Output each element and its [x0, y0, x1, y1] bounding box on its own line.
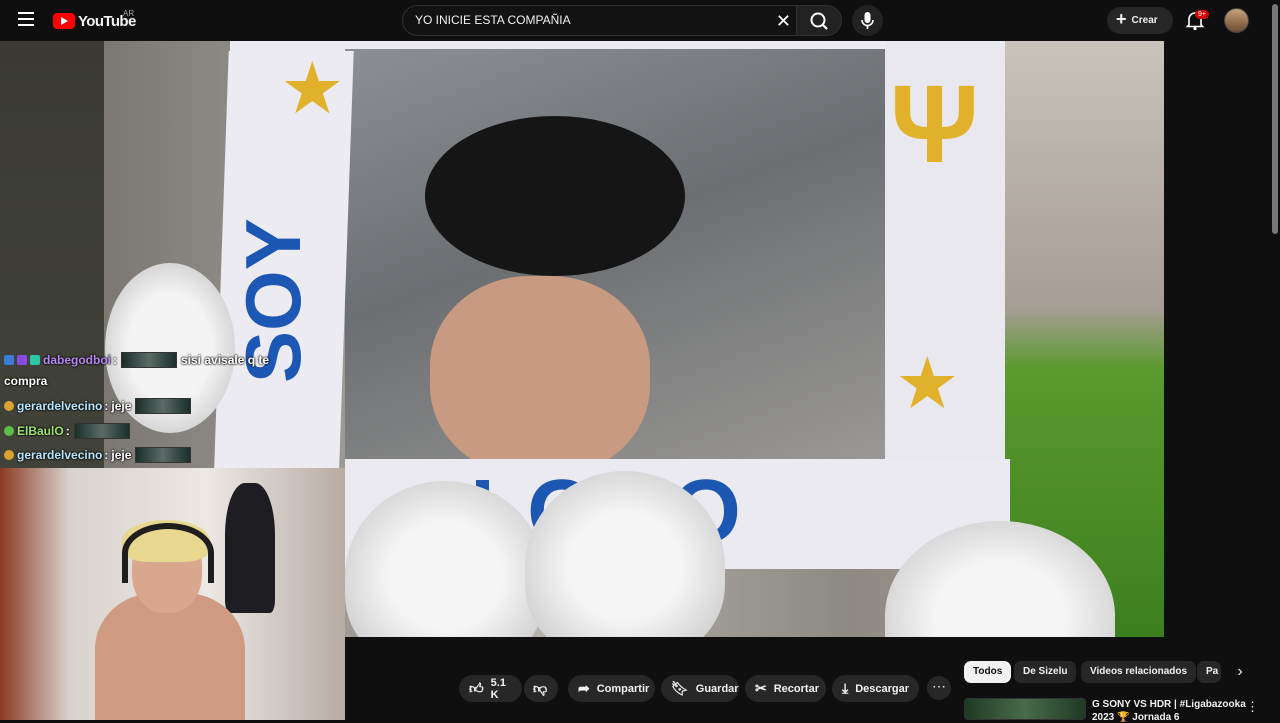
chat-username: ElBaulO — [17, 424, 64, 438]
chip-todos[interactable]: Todos — [964, 661, 1012, 683]
more-actions-button[interactable]: ⋯ — [927, 676, 951, 700]
chevron-right-icon[interactable]: › — [1230, 663, 1250, 683]
download-label: Descargar — [855, 682, 910, 695]
like-button[interactable]: 👍︎ 5.1 K — [459, 675, 522, 702]
bookmark-icon: 🔖︎ — [671, 680, 689, 696]
recommended-video-thumbnail[interactable] — [964, 698, 1086, 720]
share-label: Compartir — [596, 682, 650, 695]
search-query[interactable]: YO INICIE ESTA COMPAÑIA — [415, 13, 571, 27]
badge-icon — [17, 355, 27, 365]
badge-icon — [4, 355, 14, 365]
chat-message: dabegodboi : sisi avisale q te — [4, 352, 269, 368]
download-button[interactable]: ⤓ Descargar — [832, 675, 919, 702]
chat-separator: : — [104, 448, 109, 462]
paws-overlay — [345, 471, 1115, 637]
voice-search-button[interactable] — [852, 5, 883, 36]
chip-pa[interactable]: Pa — [1197, 661, 1221, 683]
like-count: 5.1 K — [490, 676, 506, 701]
download-icon: ⤓ — [842, 680, 849, 696]
create-label: Crear — [1131, 15, 1158, 26]
headphones — [122, 523, 214, 583]
chat-message: ElBaulO : — [4, 423, 134, 439]
search-icon — [810, 12, 828, 30]
chat-message: gerardelvecino : jeje — [4, 398, 195, 414]
emote — [135, 398, 192, 414]
badge-icon — [30, 355, 40, 365]
chat-message: gerardelvecino : jeje — [4, 447, 195, 463]
chat-text: compra — [4, 374, 48, 388]
chip-de-sizelu[interactable]: De Sizelu — [1014, 661, 1077, 683]
clip-button[interactable]: ✂ Recortar — [745, 675, 826, 702]
emote — [73, 423, 130, 439]
paw-overlay — [345, 481, 545, 637]
star-icon: ★ — [280, 49, 345, 129]
chat-separator: : — [113, 353, 117, 367]
thumbs-down-icon: 👎︎ — [533, 680, 548, 696]
emote — [121, 352, 177, 368]
badge-icon — [4, 401, 14, 411]
plus-icon: + — [1116, 9, 1127, 29]
thumbs-up-icon: 👍︎ — [469, 680, 484, 696]
badge-icon — [4, 426, 14, 436]
country-code: AR — [123, 9, 135, 18]
clear-search-icon[interactable]: ✕ — [776, 11, 791, 32]
mannequin — [225, 483, 275, 613]
badge-icon — [4, 450, 14, 460]
paw-overlay — [525, 471, 725, 637]
search-button[interactable] — [796, 5, 842, 36]
share-button[interactable]: ➦ Compartir — [568, 675, 655, 702]
chat-username: gerardelvecino — [17, 399, 103, 413]
stream-chat-overlay: dabegodboi : sisi avisale q te compra ge… — [0, 348, 345, 468]
avatar[interactable] — [1224, 8, 1249, 33]
notification-badge: 9+ — [1195, 10, 1209, 19]
menu-icon[interactable] — [12, 8, 40, 32]
chip-videos-relacionados[interactable]: Videos relacionados — [1081, 661, 1197, 683]
top-bar: YouTube AR YO INICIE ESTA COMPAÑIA ✕ + C… — [0, 0, 1280, 41]
scissors-icon: ✂ — [755, 680, 767, 696]
save-label: Guardar — [695, 682, 739, 695]
emote — [135, 447, 192, 463]
search-input[interactable]: YO INICIE ESTA COMPAÑIA ✕ — [402, 5, 802, 36]
chat-text: jeje — [111, 448, 132, 462]
dislike-button[interactable]: 👎︎ — [524, 675, 558, 702]
star-icon: ★ — [895, 344, 960, 424]
chat-username: gerardelvecino — [17, 448, 103, 462]
recommended-video-title[interactable]: G SONY VS HDR | #Ligabazooka — [1092, 699, 1246, 710]
microphone-icon — [861, 12, 874, 29]
chat-separator: : — [65, 424, 70, 438]
scrollbar-thumb[interactable] — [1272, 4, 1278, 234]
recommended-video-title-line2[interactable]: 2023 🏆 Jornada 6 — [1092, 712, 1180, 723]
psi-symbol: Ψ — [890, 63, 979, 186]
share-icon: ➦ — [578, 680, 590, 696]
chat-message-continuation: compra — [4, 374, 47, 388]
person-hair — [425, 116, 685, 276]
chat-username: dabegodboi — [43, 353, 111, 367]
chat-text: sisi avisale q te — [181, 353, 270, 367]
paw-overlay — [885, 521, 1115, 637]
youtube-play-icon — [53, 13, 75, 29]
create-button[interactable]: + Crear — [1107, 7, 1173, 34]
person-face — [430, 276, 650, 476]
streamer-webcam — [0, 468, 345, 720]
clip-label: Recortar — [773, 682, 819, 695]
chat-text: jeje — [111, 399, 132, 413]
save-button[interactable]: 🔖︎ Guardar — [661, 675, 739, 702]
chat-separator: : — [104, 399, 109, 413]
recommended-more-icon[interactable]: ⋮ — [1246, 699, 1259, 715]
